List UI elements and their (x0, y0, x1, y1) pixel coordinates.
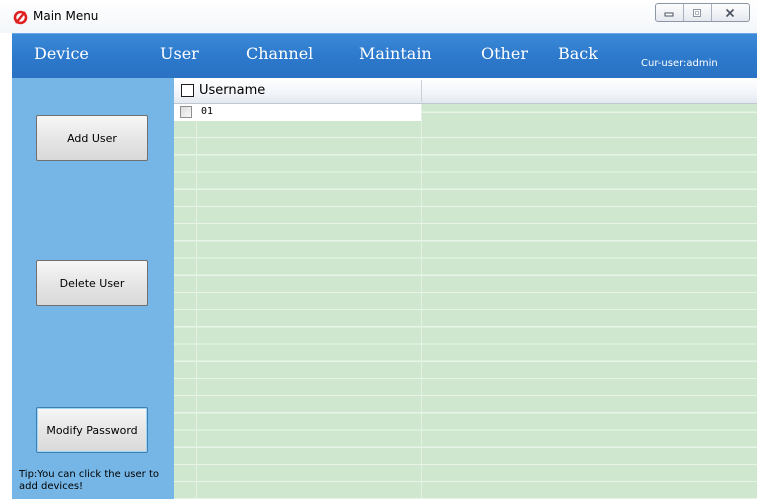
grid-column-divider (421, 78, 422, 499)
restore-icon (693, 8, 702, 17)
restore-button[interactable] (684, 4, 712, 21)
current-user-label: Cur-user:admin (641, 58, 718, 69)
menu-item-channel[interactable]: Channel (246, 44, 313, 63)
menu-item-device[interactable]: Device (34, 44, 89, 63)
table-row[interactable]: 01 (174, 104, 421, 121)
window-controls (655, 3, 750, 22)
app-logo-icon (13, 10, 28, 25)
user-table: Username 01 (174, 78, 757, 499)
minimize-button[interactable] (656, 4, 684, 21)
minimize-icon (664, 12, 674, 16)
table-header: Username (174, 78, 757, 104)
title-bar: Main Menu (0, 0, 757, 33)
menu-item-user[interactable]: User (160, 44, 199, 63)
menu-item-back[interactable]: Back (558, 44, 598, 63)
sidebar: Add User Delete User Modify Password Tip… (12, 78, 174, 499)
close-button[interactable] (712, 4, 749, 21)
add-user-button[interactable]: Add User (36, 115, 148, 161)
menu-item-maintain[interactable]: Maintain (359, 44, 432, 63)
menu-bar: Device User Channel Maintain Other Back … (12, 33, 757, 78)
select-all-checkbox[interactable] (181, 84, 194, 97)
menu-item-other[interactable]: Other (481, 44, 528, 63)
header-column-divider (421, 80, 422, 102)
grid-column-divider (196, 78, 197, 499)
modify-password-button[interactable]: Modify Password (36, 407, 148, 453)
row-username: 01 (201, 106, 214, 117)
column-header-username[interactable]: Username (199, 83, 265, 98)
window-title: Main Menu (33, 9, 99, 23)
tip-text: Tip:You can click the user to add device… (19, 469, 159, 492)
row-checkbox[interactable] (180, 106, 192, 118)
close-icon (726, 8, 735, 17)
delete-user-button[interactable]: Delete User (36, 260, 148, 306)
